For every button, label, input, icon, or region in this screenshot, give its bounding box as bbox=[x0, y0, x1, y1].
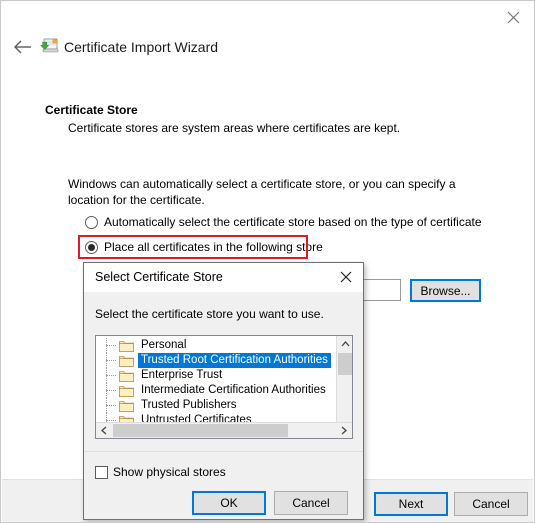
browse-button-label: Browse... bbox=[420, 283, 471, 298]
certificate-import-icon bbox=[39, 37, 60, 57]
page-title: Certificate Import Wizard bbox=[64, 39, 219, 55]
ok-button[interactable]: OK bbox=[192, 491, 266, 515]
folder-icon bbox=[119, 401, 134, 412]
dialog-cancel-button[interactable]: Cancel bbox=[274, 491, 348, 515]
store-label: Enterprise Trust bbox=[141, 369, 223, 381]
cancel-button-label: Cancel bbox=[472, 497, 510, 511]
show-physical-stores-label: Show physical stores bbox=[113, 465, 226, 479]
next-button[interactable]: Next bbox=[374, 492, 448, 516]
tree-connector-icon bbox=[102, 353, 119, 368]
folder-icon bbox=[119, 371, 134, 382]
tree-connector-icon bbox=[102, 383, 119, 398]
select-certificate-store-dialog: Select Certificate Store Select the cert… bbox=[83, 262, 364, 520]
dialog-close-icon[interactable] bbox=[331, 264, 361, 290]
browse-button[interactable]: Browse... bbox=[410, 279, 481, 302]
page-heading: Certificate Store bbox=[45, 103, 138, 117]
radio-auto-select-store[interactable]: Automatically select the certificate sto… bbox=[85, 215, 482, 229]
dialog-close-glyph bbox=[340, 271, 352, 283]
folder-icon bbox=[119, 386, 134, 397]
chevron-right-glyph bbox=[341, 426, 347, 435]
horizontal-scrollbar[interactable] bbox=[96, 422, 352, 438]
scroll-left-icon[interactable] bbox=[96, 423, 112, 438]
radio-mark-manual bbox=[85, 240, 98, 254]
store-label: Intermediate Certification Authorities bbox=[141, 384, 326, 396]
tree-connector-icon bbox=[102, 338, 119, 353]
cancel-button[interactable]: Cancel bbox=[454, 492, 528, 516]
folder-icon bbox=[119, 356, 134, 367]
chevron-up-glyph bbox=[341, 341, 349, 347]
dialog-title-bar: Select Certificate Store bbox=[84, 263, 363, 292]
store-label: Personal bbox=[141, 339, 187, 351]
close-icon[interactable] bbox=[497, 4, 530, 31]
back-arrow-icon[interactable] bbox=[10, 34, 36, 60]
tree-connector-icon bbox=[102, 368, 119, 383]
close-glyph bbox=[507, 11, 520, 24]
store-list: Personal Trusted Root Certification Auth… bbox=[96, 336, 336, 428]
dialog-title: Select Certificate Store bbox=[95, 270, 223, 284]
chevron-left-glyph bbox=[101, 426, 107, 435]
radio-auto-label: Automatically select the certificate sto… bbox=[104, 215, 482, 229]
folder-icon bbox=[119, 341, 134, 352]
checkbox-mark bbox=[95, 465, 108, 479]
horizontal-scrollbar-thumb[interactable] bbox=[113, 424, 288, 437]
certificate-import-wizard-window: Certificate Import Wizard Certificate St… bbox=[0, 0, 535, 523]
intro-text: Windows can automatically select a certi… bbox=[68, 177, 456, 207]
dialog-instruction: Select the certificate store you want to… bbox=[95, 307, 324, 321]
store-label: Trusted Root Certification Authorities bbox=[138, 353, 331, 368]
radio-mark-auto bbox=[85, 215, 98, 229]
scroll-right-icon[interactable] bbox=[336, 423, 352, 438]
ok-button-label: OK bbox=[220, 496, 238, 510]
radio-manual-label: Place all certificates in the following … bbox=[104, 240, 323, 254]
show-physical-stores-checkbox[interactable]: Show physical stores bbox=[95, 465, 226, 479]
tree-connector-icon bbox=[102, 398, 119, 413]
list-item[interactable]: Personal bbox=[96, 338, 336, 353]
list-item[interactable]: Intermediate Certification Authorities bbox=[96, 383, 336, 398]
vertical-scrollbar-thumb[interactable] bbox=[338, 353, 352, 375]
certificate-store-listbox[interactable]: Personal Trusted Root Certification Auth… bbox=[95, 335, 353, 439]
next-button-label: Next bbox=[398, 497, 424, 511]
scroll-up-icon[interactable] bbox=[337, 336, 352, 352]
dialog-separator bbox=[84, 451, 363, 452]
list-item[interactable]: Enterprise Trust bbox=[96, 368, 336, 383]
radio-place-all-in-store[interactable]: Place all certificates in the following … bbox=[85, 240, 323, 254]
page-subheading: Certificate stores are system areas wher… bbox=[68, 121, 401, 135]
wizard-title-bar: Certificate Import Wizard bbox=[1, 1, 534, 73]
back-arrow-glyph bbox=[14, 40, 31, 54]
certificate-import-glyph bbox=[39, 38, 59, 53]
store-label: Trusted Publishers bbox=[141, 399, 237, 411]
list-item[interactable]: Trusted Root Certification Authorities bbox=[96, 353, 336, 368]
dialog-cancel-button-label: Cancel bbox=[292, 496, 330, 510]
list-item[interactable]: Trusted Publishers bbox=[96, 398, 336, 413]
